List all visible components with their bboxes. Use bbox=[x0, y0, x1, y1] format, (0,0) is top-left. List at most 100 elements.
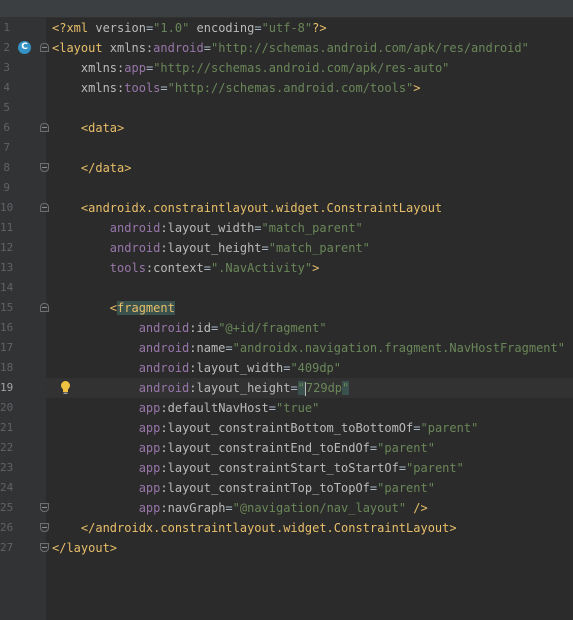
token-attr: :layout_height bbox=[160, 241, 262, 255]
code-line[interactable]: 13 tools:context=".NavActivity"> bbox=[0, 258, 573, 278]
token-ns: app bbox=[124, 61, 146, 75]
code-line[interactable]: 26 </androidx.constraintlayout.widget.Co… bbox=[0, 518, 573, 538]
code-text[interactable]: android:layout_height="match_parent" bbox=[52, 238, 370, 258]
code-line[interactable]: 8 </data> bbox=[0, 158, 573, 178]
code-text[interactable]: android:id="@+id/fragment" bbox=[52, 318, 327, 338]
token-val: ".NavActivity" bbox=[210, 261, 313, 275]
code-text[interactable]: app:layout_constraintEnd_toEndOf="parent… bbox=[52, 438, 435, 458]
code-text[interactable]: app:layout_constraintStart_toStartOf="pa… bbox=[52, 458, 464, 478]
code-text[interactable]: app:navGraph="@navigation/nav_layout" /> bbox=[52, 498, 428, 518]
token-plain: = bbox=[290, 381, 298, 395]
code-line[interactable]: 2 C <layout xmlns:android="http://schemas.… bbox=[0, 38, 573, 58]
token-val: "utf-8" bbox=[261, 21, 313, 35]
code-text[interactable]: app:layout_constraintTop_toTopOf="parent… bbox=[52, 478, 435, 498]
code-text[interactable]: android:layout_width="409dp" bbox=[52, 358, 341, 378]
code-text[interactable]: xmlns:app="http://schemas.android.com/ap… bbox=[52, 58, 450, 78]
code-text[interactable]: <?xml version="1.0" encoding="utf-8"?> bbox=[52, 18, 327, 38]
line-number: 17 bbox=[0, 341, 14, 354]
token-val: "@+id/fragment" bbox=[218, 321, 327, 335]
code-line[interactable]: 21 app:layout_constraintBottom_toBottomO… bbox=[0, 418, 573, 438]
code-line[interactable]: 17 android:name="androidx.navigation.fra… bbox=[0, 338, 573, 358]
token-attr: xmlns: bbox=[80, 61, 125, 75]
fold-toggle-icon[interactable] bbox=[40, 123, 49, 132]
code-line[interactable]: 1 <?xml version="1.0" encoding="utf-8"?> bbox=[0, 18, 573, 38]
code-line[interactable]: 7 bbox=[0, 138, 573, 158]
code-line[interactable]: 24 app:layout_constraintTop_toTopOf="par… bbox=[0, 478, 573, 498]
line-number: 5 bbox=[3, 101, 10, 114]
token-val: "1.0" bbox=[153, 21, 190, 35]
code-line[interactable]: 20 app:defaultNavHost="true" bbox=[0, 398, 573, 418]
token-plain: = bbox=[268, 401, 276, 415]
code-text[interactable]: app:defaultNavHost="true" bbox=[52, 398, 320, 418]
code-text[interactable]: <fragment bbox=[52, 298, 175, 318]
token-attr: :navGraph bbox=[160, 501, 226, 515]
fold-toggle-icon[interactable] bbox=[40, 163, 49, 172]
token-pi: ?> bbox=[312, 21, 327, 35]
code-line[interactable]: 23 app:layout_constraintStart_toStartOf=… bbox=[0, 458, 573, 478]
class-gutter-icon[interactable]: C bbox=[18, 41, 31, 54]
code-line[interactable]: 4 xmlns:tools="http://schemas.android.co… bbox=[0, 78, 573, 98]
token-plain: = bbox=[160, 81, 168, 95]
code-text[interactable]: <data> bbox=[52, 118, 124, 138]
fold-toggle-icon[interactable] bbox=[40, 503, 49, 512]
token-val: "true" bbox=[276, 401, 320, 415]
fold-toggle-icon[interactable] bbox=[40, 543, 49, 552]
token-attr: :layout_width bbox=[189, 361, 284, 375]
code-line[interactable]: 27 </layout> bbox=[0, 538, 573, 558]
code-text[interactable]: android:layout_height="729dp" bbox=[52, 378, 350, 398]
token-tag: < bbox=[109, 301, 118, 315]
code-text[interactable]: android:name="androidx.navigation.fragme… bbox=[52, 338, 565, 358]
token-attr: :layout_constraintTop_toTopOf bbox=[160, 481, 370, 495]
token-tag: </layout> bbox=[52, 541, 118, 555]
code-line[interactable]: 19 android:layout_height="729dp" bbox=[0, 378, 573, 398]
fold-toggle-icon[interactable] bbox=[40, 203, 49, 212]
token-val: "http://schemas.android.com/apk/res-auto… bbox=[153, 61, 450, 75]
line-number: 3 bbox=[3, 61, 10, 74]
code-line[interactable]: 3 xmlns:app="http://schemas.android.com/… bbox=[0, 58, 573, 78]
code-line[interactable]: 25 app:navGraph="@navigation/nav_layout"… bbox=[0, 498, 573, 518]
code-text[interactable]: </data> bbox=[52, 158, 132, 178]
token-tag: </data> bbox=[80, 161, 132, 175]
code-line[interactable]: 22 app:layout_constraintEnd_toEndOf="par… bbox=[0, 438, 573, 458]
fold-toggle-icon[interactable] bbox=[40, 43, 49, 52]
code-text[interactable]: </androidx.constraintlayout.widget.Const… bbox=[52, 518, 457, 538]
line-number: 18 bbox=[0, 361, 14, 374]
fold-toggle-icon[interactable] bbox=[40, 303, 49, 312]
code-line[interactable]: 9 bbox=[0, 178, 573, 198]
code-text[interactable]: android:layout_width="match_parent" bbox=[52, 218, 363, 238]
code-text[interactable]: </layout> bbox=[52, 538, 117, 558]
line-number: 1 bbox=[3, 21, 10, 34]
token-plain: = bbox=[203, 261, 211, 275]
code-text[interactable]: <layout xmlns:android="http://schemas.an… bbox=[52, 38, 529, 58]
code-text[interactable]: <androidx.constraintlayout.widget.Constr… bbox=[52, 198, 442, 218]
token-val: "parent" bbox=[420, 421, 479, 435]
token-qhl: " bbox=[297, 381, 305, 395]
code-line[interactable]: 11 android:layout_width="match_parent" bbox=[0, 218, 573, 238]
code-line[interactable]: 15 <fragment bbox=[0, 298, 573, 318]
code-line[interactable]: 5 bbox=[0, 98, 573, 118]
code-line[interactable]: 6 <data> bbox=[0, 118, 573, 138]
token-ns: app bbox=[138, 441, 161, 455]
token-attr: :layout_height bbox=[189, 381, 291, 395]
code-line[interactable]: 16 android:id="@+id/fragment" bbox=[0, 318, 573, 338]
code-text[interactable]: xmlns:tools="http://schemas.android.com/… bbox=[52, 78, 421, 98]
token-attr: xmlns: bbox=[109, 41, 154, 55]
token-ns: android bbox=[138, 321, 190, 335]
code-text[interactable]: tools:context=".NavActivity"> bbox=[52, 258, 320, 278]
fold-toggle-icon[interactable] bbox=[40, 523, 49, 532]
code-line[interactable]: 10 <androidx.constraintlayout.widget.Con… bbox=[0, 198, 573, 218]
code-line[interactable]: 14 bbox=[0, 278, 573, 298]
code-line[interactable]: 12 android:layout_height="match_parent" bbox=[0, 238, 573, 258]
line-highlight bbox=[46, 178, 573, 198]
code-line[interactable]: 18 android:layout_width="409dp" bbox=[0, 358, 573, 378]
code-text[interactable]: app:layout_constraintBottom_toBottomOf="… bbox=[52, 418, 479, 438]
